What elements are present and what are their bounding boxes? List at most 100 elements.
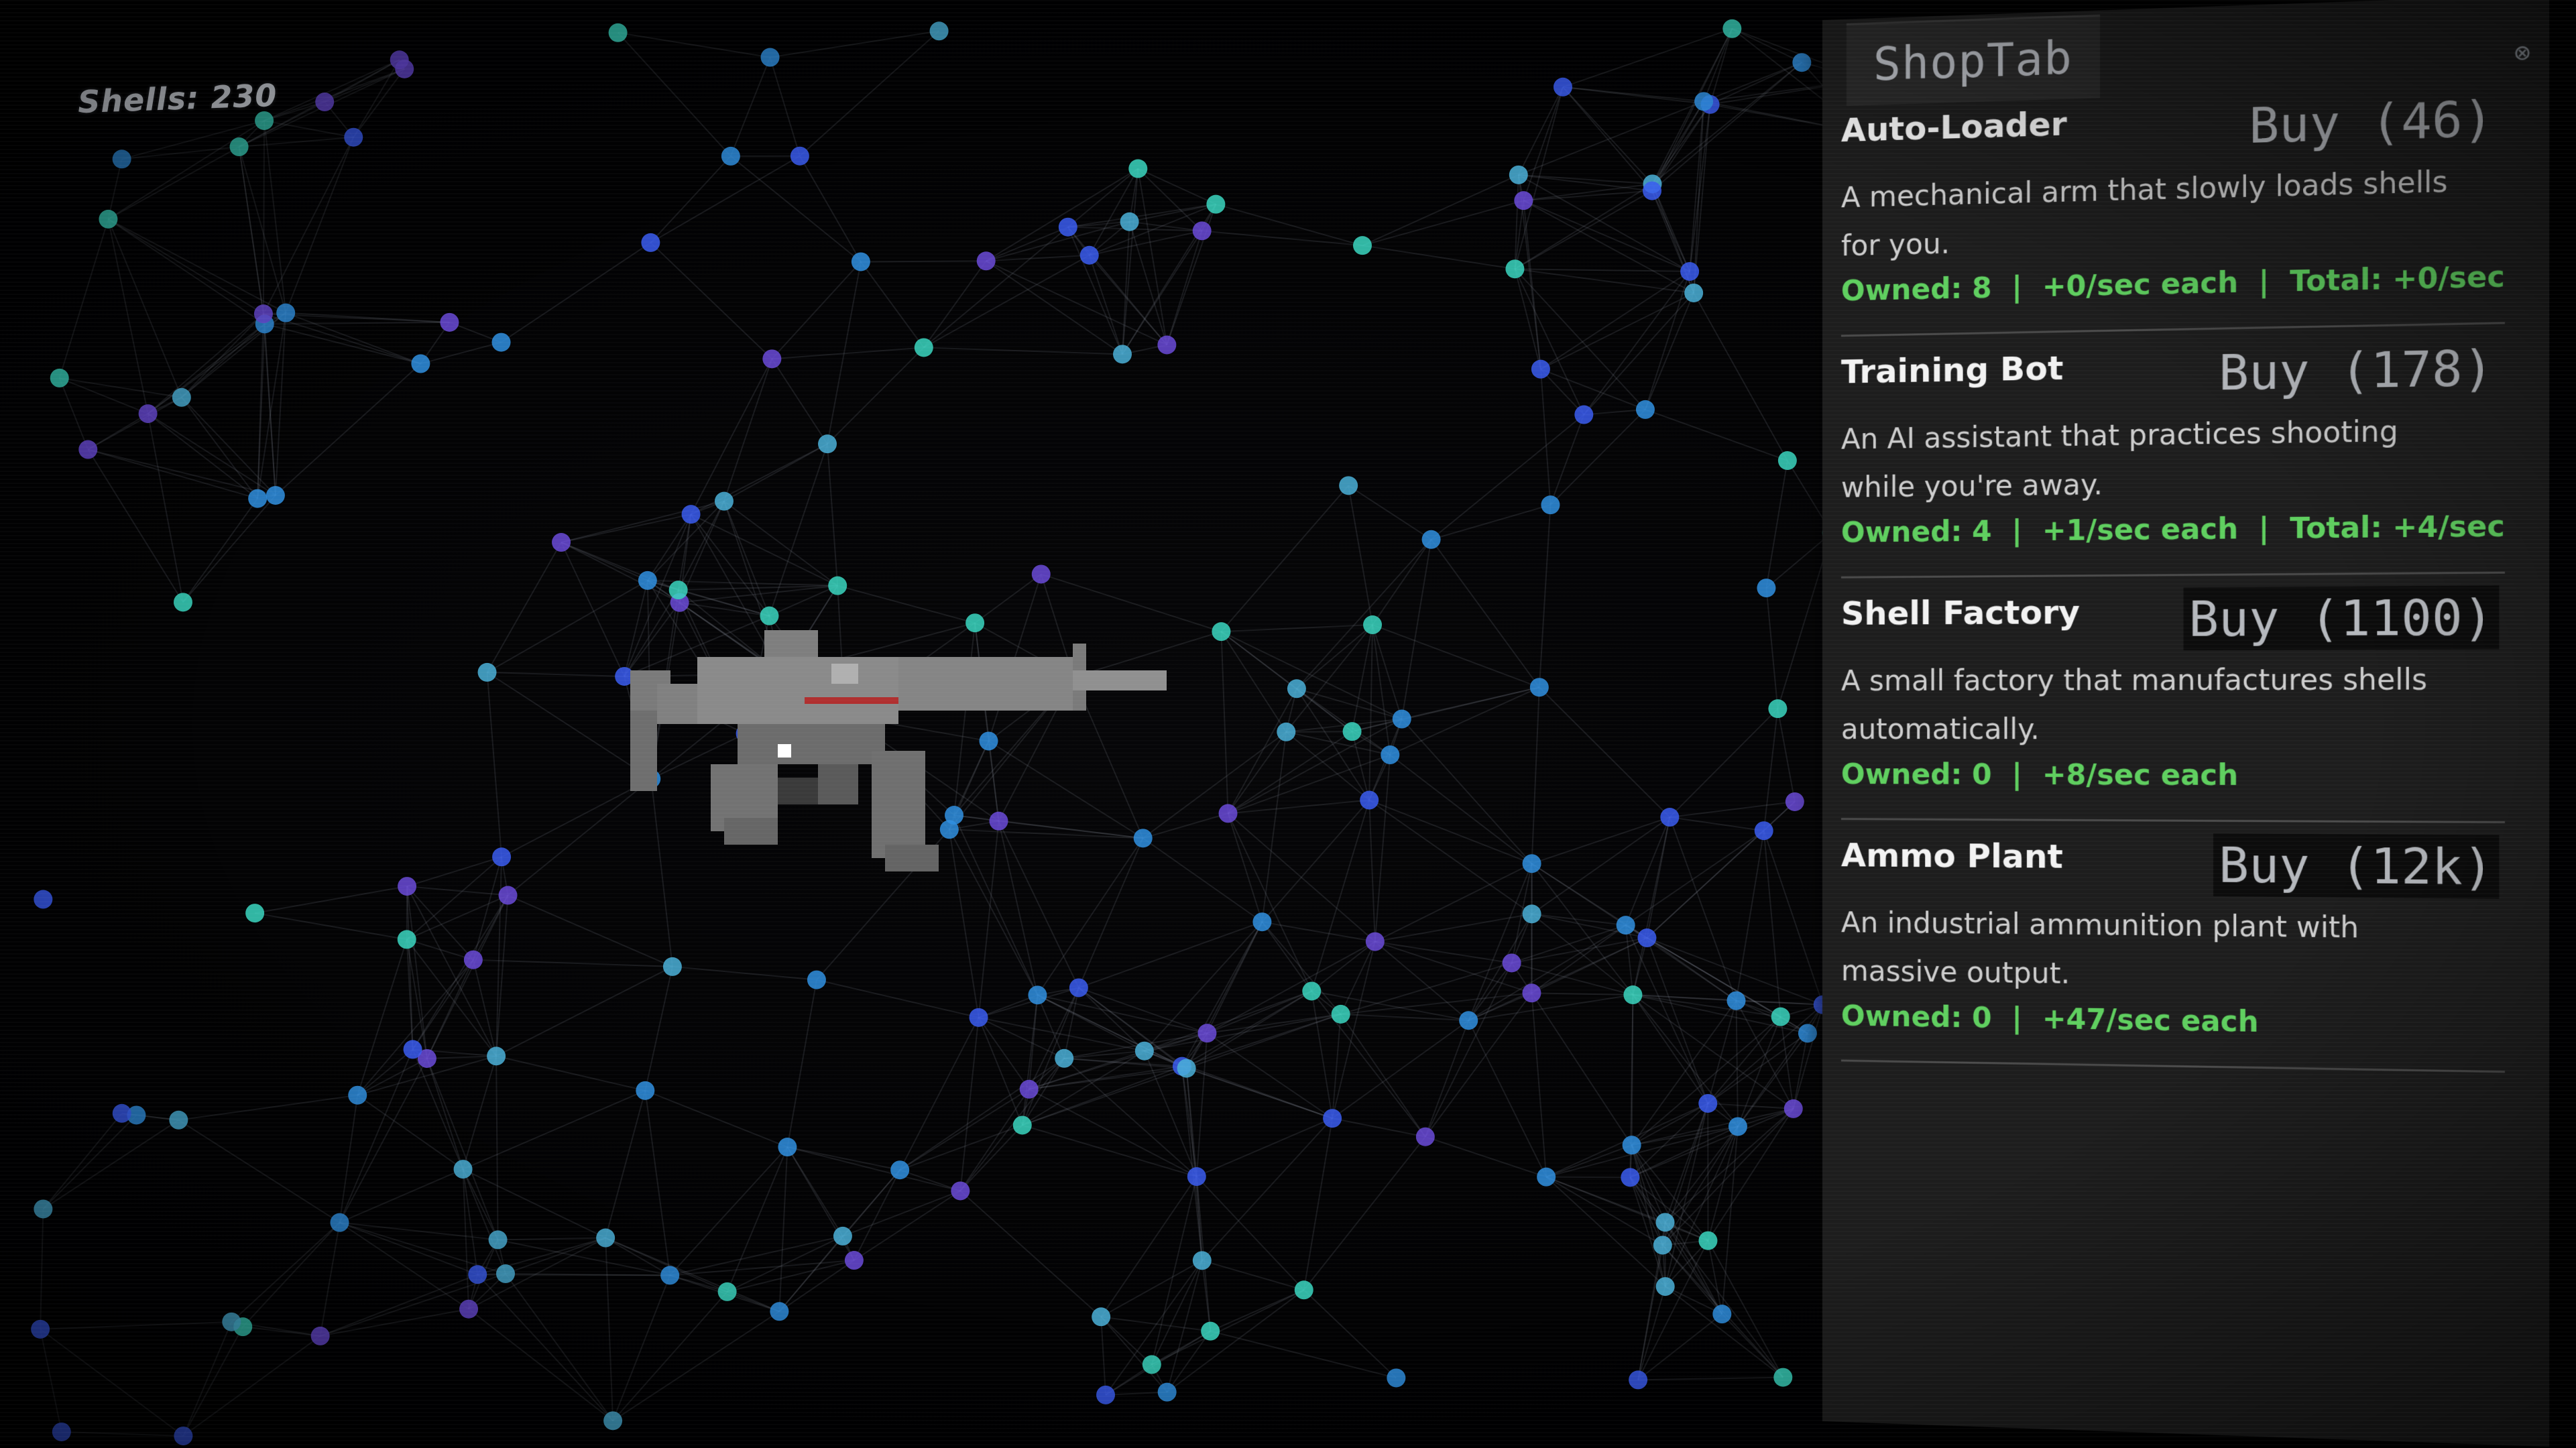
network-link [644,1090,671,1276]
network-link [257,314,264,499]
network-node [1655,1213,1675,1232]
network-link [1763,709,1779,831]
network-node [1777,451,1797,471]
network-node [1339,476,1358,495]
network-link [59,377,149,414]
network-link [647,514,692,581]
network-link [1207,1013,1341,1034]
buy-button-shell-factory[interactable]: Buy (1100) [2183,585,2500,651]
network-node [253,304,273,324]
network-node [1623,985,1643,1005]
network-link [1340,992,1532,1015]
network-link [274,312,287,496]
network-link [1089,255,1168,346]
network-node [1353,236,1372,255]
network-link [462,1168,506,1274]
close-icon[interactable]: ⊗ [2514,37,2530,68]
network-link [262,314,276,496]
network-node [1421,530,1441,549]
smg-icon[interactable] [630,617,1214,898]
shop-item-stats: Owned: 4 | +1/sec each | Total: +4/sec [1840,509,2505,549]
network-link [1539,369,1552,505]
network-node [1277,722,1296,741]
network-node [1331,1004,1350,1024]
buy-button-auto-loader[interactable]: Buy (46) [2243,86,2500,158]
network-link [1186,1067,1333,1120]
network-link [1362,200,1524,247]
buy-button-training-bot[interactable]: Buy (178) [2213,336,2500,404]
network-node [248,489,268,508]
network-link [561,500,725,543]
network-link [1468,962,1513,1021]
network-node [1509,165,1528,184]
network-link [827,444,839,586]
network-node [1342,722,1362,741]
network-link [1352,686,1540,733]
network-node [1505,259,1525,279]
network-link [1362,174,1519,247]
network-link [605,1238,614,1421]
tab-shop[interactable]: ShopTab [1846,14,2100,106]
network-link [1389,754,1533,865]
network-link [612,1275,671,1421]
network-link [357,1048,414,1096]
network-link [1792,1004,1824,1109]
network-link [1765,460,1788,589]
network-node [929,21,949,41]
network-link [1721,1313,1784,1378]
network-link [107,219,182,398]
network-link [617,32,731,157]
network-link [1425,1136,1547,1178]
network-link [58,219,109,379]
network-node [1187,1167,1206,1187]
network-node [487,1046,506,1066]
network-node [173,593,192,612]
network-node [1192,221,1212,241]
network-node [255,111,274,130]
network-link [1629,1176,1709,1242]
network-node [1381,745,1400,765]
network-link [254,886,408,914]
network-link [1523,200,1690,272]
network-node [890,1160,910,1180]
network-link [1651,62,1802,185]
buy-button-ammo-plant[interactable]: Buy (12k) [2213,833,2500,899]
network-link [1064,1032,1208,1059]
network-link [978,994,1038,1018]
network-link [1468,994,1633,1022]
network-link [1651,28,1733,192]
network-node [1058,217,1077,237]
network-node [552,533,571,552]
network-node [717,1282,737,1301]
network-link [148,323,266,414]
network-node [1459,1011,1478,1030]
network-node [1201,1321,1220,1341]
network-node [596,1228,616,1248]
network-link [1202,1260,1305,1291]
network-link [1210,1330,1397,1379]
network-link [1625,925,1634,996]
network-link [1430,539,1540,688]
network-node [1757,579,1776,598]
network-node [1323,1109,1342,1128]
network-node [398,877,417,896]
network-link [107,219,266,325]
network-link [1220,485,1349,632]
network-link [1431,504,1551,540]
network-node [603,1411,623,1431]
network-link [339,1048,414,1223]
network-node [1392,709,1411,729]
network-node [344,127,363,147]
network-node [174,1426,193,1445]
network-link [182,1326,244,1437]
network-link [1368,800,1376,942]
network-link [974,573,1042,624]
network-link [238,146,264,314]
network-link [1531,817,1670,915]
network-link [1296,624,1373,690]
network-link [339,1095,359,1223]
network-node [453,1160,473,1179]
network-node [1212,622,1231,642]
network-link [959,1058,1065,1192]
network-link [1638,1376,1783,1381]
